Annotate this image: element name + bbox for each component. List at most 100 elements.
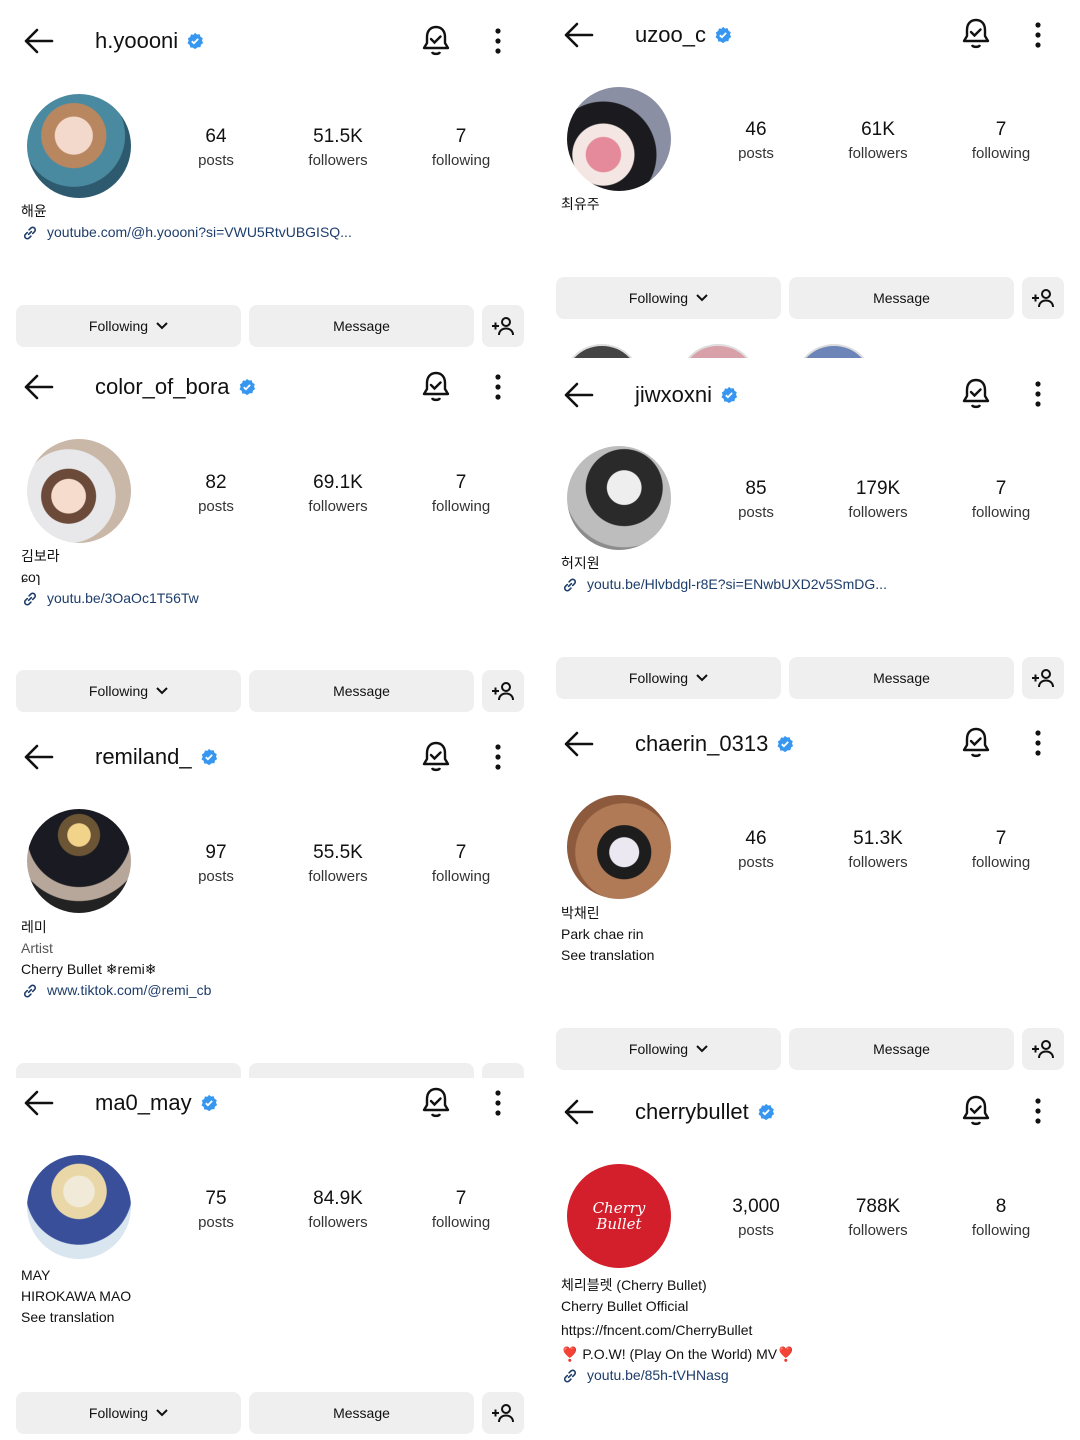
following-button[interactable]: Following [556,1028,781,1070]
more-options-icon[interactable] [488,1088,508,1118]
more-options-icon[interactable] [1028,20,1048,50]
following-button[interactable] [16,1063,241,1078]
bio-text: Park chae rin [561,926,644,942]
notification-bell-icon[interactable] [418,739,454,775]
bio-link[interactable]: youtu.be/3OaOc1T56Tw [21,588,199,609]
profile-panel-jiwxoxni: jiwxoxni 85 posts 179K followers 7 followin… [556,358,1068,713]
profile-panel-ma0-may: ma0_may 75 posts 84.9K followers 7 followin… [16,1078,528,1440]
more-options-icon[interactable] [488,372,508,402]
verified-badge-icon [239,378,255,396]
profile-avatar[interactable] [27,94,131,198]
following-button[interactable]: Following [16,670,241,712]
bio-link[interactable]: youtu.be/Hlvbdgl-r8E?si=ENwbUXD2v5SmDG..… [561,574,887,595]
bio-link[interactable]: youtu.be/85h-tVHNasg [561,1365,795,1386]
notification-bell-icon[interactable] [958,725,994,761]
posts-count[interactable]: 46 posts [701,119,811,162]
link-icon [23,984,37,997]
profile-avatar[interactable] [567,795,671,899]
message-button[interactable]: Message [249,1392,474,1434]
display-name: 김보라 [21,548,60,564]
bio-url-text[interactable]: https://fncent.com/CherryBullet [561,1320,795,1341]
back-arrow-icon[interactable] [20,24,56,58]
following-button[interactable]: Following [556,277,781,319]
following-count[interactable]: 7 following [946,119,1056,162]
message-button[interactable]: Message [789,657,1014,699]
back-arrow-icon[interactable] [560,1095,596,1129]
story-highlight[interactable] [678,344,758,358]
profile-avatar[interactable] [27,439,131,543]
suggest-user-button[interactable] [482,305,524,347]
following-count[interactable]: 7 following [406,126,516,169]
message-button[interactable] [249,1063,474,1078]
followers-count[interactable]: 179K followers [823,478,933,521]
suggest-user-button[interactable] [1022,657,1064,699]
following-button[interactable]: Following [556,657,781,699]
following-count[interactable]: 7 following [406,842,516,885]
notification-bell-icon[interactable] [418,23,454,59]
message-button[interactable]: Message [789,1028,1014,1070]
followers-count[interactable]: 55.5K followers [283,842,393,885]
profile-panel-uzoo-c: uzoo_c 46 posts 61K followers 7 following 최… [556,0,1068,358]
notification-bell-icon[interactable] [958,16,994,52]
notification-bell-icon[interactable] [958,376,994,412]
profile-avatar[interactable] [567,87,671,191]
display-name: 레미 [21,919,47,935]
more-options-icon[interactable] [1028,379,1048,409]
bio-link[interactable]: youtube.com/@h.yoooni?si=VWU5RtvUBGISQ..… [21,222,352,243]
message-button[interactable]: Message [249,305,474,347]
following-count[interactable]: 7 following [406,472,516,515]
followers-count[interactable]: 69.1K followers [283,472,393,515]
add-person-icon [492,682,514,701]
bio-link[interactable]: www.tiktok.com/@remi_cb [21,980,211,1001]
see-translation-link[interactable]: See translation [21,1307,131,1328]
link-icon [563,578,577,591]
posts-count[interactable]: 97 posts [161,842,271,885]
suggest-user-button[interactable] [1022,1028,1064,1070]
suggest-user-button[interactable] [482,1392,524,1434]
posts-count[interactable]: 3,000 posts [701,1196,811,1239]
following-count[interactable]: 8 following [946,1196,1056,1239]
more-options-icon[interactable] [488,26,508,56]
following-count[interactable]: 7 following [406,1188,516,1231]
more-options-icon[interactable] [488,742,508,772]
profile-avatar[interactable] [27,1155,131,1259]
followers-count[interactable]: 61K followers [823,119,933,162]
story-highlight[interactable] [562,344,642,358]
followers-count[interactable]: 788K followers [823,1196,933,1239]
message-button[interactable]: Message [789,277,1014,319]
following-count[interactable]: 7 following [946,828,1056,871]
posts-count[interactable]: 85 posts [701,478,811,521]
profile-username: chaerin_0313 [635,731,794,757]
posts-count[interactable]: 46 posts [701,828,811,871]
message-button[interactable]: Message [249,670,474,712]
posts-count[interactable]: 82 posts [161,472,271,515]
back-arrow-icon[interactable] [560,18,596,52]
more-options-icon[interactable] [1028,1096,1048,1126]
profile-avatar[interactable] [567,446,671,550]
following-button[interactable]: Following [16,305,241,347]
posts-count[interactable]: 64 posts [161,126,271,169]
story-highlight[interactable] [794,344,874,358]
notification-bell-icon[interactable] [958,1093,994,1129]
notification-bell-icon[interactable] [418,369,454,405]
followers-count[interactable]: 51.5K followers [283,126,393,169]
see-translation-link[interactable]: See translation [561,945,654,966]
followers-count[interactable]: 51.3K followers [823,828,933,871]
suggest-user-button[interactable] [482,1063,524,1078]
followers-count[interactable]: 84.9K followers [283,1188,393,1231]
back-arrow-icon[interactable] [20,740,56,774]
notification-bell-icon[interactable] [418,1085,454,1121]
profile-category: Artist [21,940,53,956]
following-button[interactable]: Following [16,1392,241,1434]
more-options-icon[interactable] [1028,728,1048,758]
suggest-user-button[interactable] [1022,277,1064,319]
profile-avatar[interactable]: Cherry Bullet [567,1164,671,1268]
profile-avatar[interactable] [27,809,131,913]
posts-count[interactable]: 75 posts [161,1188,271,1231]
back-arrow-icon[interactable] [560,378,596,412]
suggest-user-button[interactable] [482,670,524,712]
back-arrow-icon[interactable] [20,370,56,404]
back-arrow-icon[interactable] [20,1086,56,1120]
following-count[interactable]: 7 following [946,478,1056,521]
back-arrow-icon[interactable] [560,727,596,761]
